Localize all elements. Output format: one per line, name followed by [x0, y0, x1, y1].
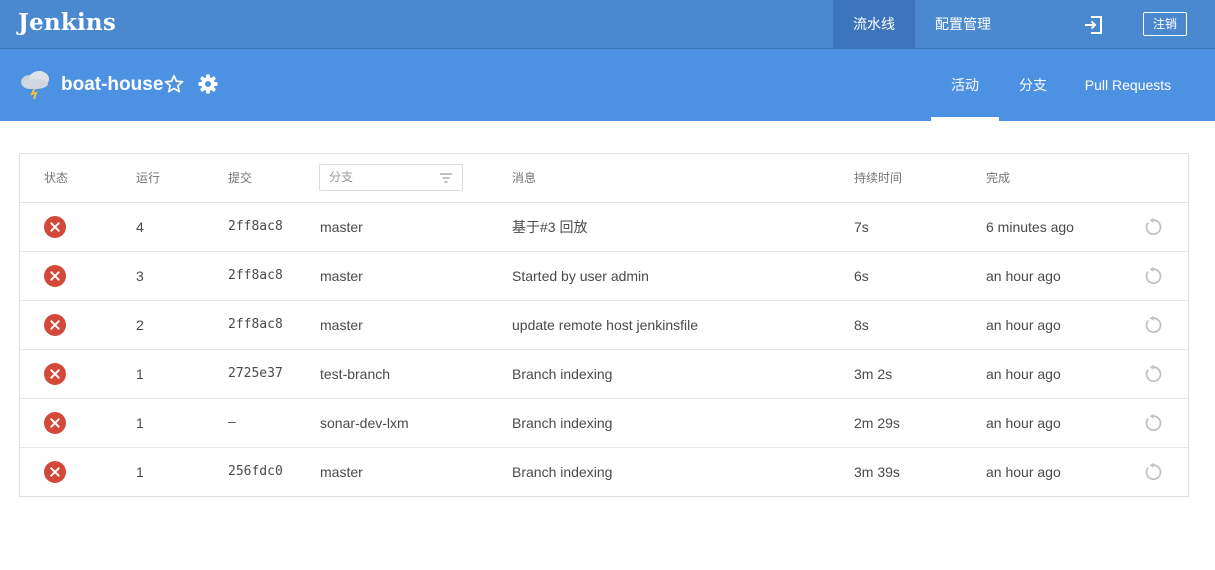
run-number-cell: 3 — [136, 268, 144, 284]
replay-icon[interactable] — [1143, 217, 1163, 237]
completed-cell: 6 minutes ago — [986, 219, 1074, 235]
failed-status-icon — [44, 314, 66, 336]
branch-filter-label: 分支 — [329, 170, 354, 184]
logout-button[interactable]: 注销 — [1143, 12, 1187, 36]
column-header-run: 运行 — [136, 171, 161, 185]
branch-cell[interactable]: master — [320, 252, 363, 300]
run-number-cell: 1 — [136, 366, 144, 382]
nav-config-management[interactable]: 配置管理 — [922, 0, 1004, 48]
completed-cell: an hour ago — [986, 317, 1061, 333]
logout-icon[interactable] — [1082, 14, 1104, 36]
table-row[interactable]: 1 2725e37 test-branch Branch indexing 3m 2s a… — [20, 350, 1188, 399]
run-number-cell: 1 — [136, 464, 144, 480]
branch-filter-input[interactable]: 分支 — [319, 164, 463, 191]
commit-cell[interactable]: 256fdc0 — [228, 448, 283, 496]
commit-cell[interactable]: 2ff8ac8 — [228, 252, 283, 300]
jenkins-logo[interactable]: Jenkins — [18, 9, 116, 36]
project-title[interactable]: boat-house — [61, 74, 163, 96]
tab-pull-requests[interactable]: Pull Requests — [1075, 49, 1181, 121]
duration-cell: 8s — [854, 317, 869, 333]
branch-cell[interactable]: test-branch — [320, 350, 390, 398]
replay-icon[interactable] — [1143, 364, 1163, 384]
table-row[interactable]: 1 – sonar-dev-lxm Branch indexing 2m 29s an h… — [20, 399, 1188, 448]
project-header: boat-house 活动 分支 Pull Requests — [0, 49, 1215, 121]
column-header-duration: 持续时间 — [854, 171, 903, 185]
top-bar: Jenkins 流水线 配置管理 注销 — [0, 0, 1215, 49]
duration-cell: 2m 29s — [854, 415, 900, 431]
commit-cell[interactable]: 2ff8ac8 — [228, 203, 283, 251]
run-number-cell: 1 — [136, 415, 144, 431]
table-row[interactable]: 2 2ff8ac8 master update remote host jenkins… — [20, 301, 1188, 350]
failed-status-icon — [44, 461, 66, 483]
column-header-status: 状态 — [44, 171, 69, 185]
replay-icon[interactable] — [1143, 413, 1163, 433]
failed-status-icon — [44, 216, 66, 238]
message-cell: Branch indexing — [512, 366, 613, 382]
replay-icon[interactable] — [1143, 462, 1163, 482]
column-header-message: 消息 — [512, 171, 537, 185]
branch-cell[interactable]: sonar-dev-lxm — [320, 399, 409, 447]
run-number-cell: 2 — [136, 317, 144, 333]
commit-cell[interactable]: – — [228, 399, 236, 447]
completed-cell: an hour ago — [986, 415, 1061, 431]
replay-icon[interactable] — [1143, 266, 1163, 286]
failed-status-icon — [44, 412, 66, 434]
filter-icon — [440, 173, 452, 183]
completed-cell: an hour ago — [986, 366, 1061, 382]
table-row[interactable]: 3 2ff8ac8 master Started by user admin 6s an … — [20, 252, 1188, 301]
gear-icon[interactable] — [197, 73, 219, 95]
activity-table: 状态 运行 提交 分支 消息 持续时间 完成 4 2ff8ac8 master 基于#… — [19, 153, 1189, 497]
table-header: 状态 运行 提交 分支 消息 持续时间 完成 — [20, 154, 1188, 203]
duration-cell: 3m 2s — [854, 366, 893, 382]
completed-cell: an hour ago — [986, 268, 1061, 284]
commit-cell[interactable]: 2ff8ac8 — [228, 301, 283, 349]
message-cell: Branch indexing — [512, 464, 613, 480]
tab-branches[interactable]: 分支 — [1003, 49, 1063, 121]
message-cell: Branch indexing — [512, 415, 613, 431]
duration-cell: 6s — [854, 268, 869, 284]
duration-cell: 3m 39s — [854, 464, 900, 480]
message-cell: Started by user admin — [512, 268, 649, 284]
nav-pipelines[interactable]: 流水线 — [833, 0, 915, 48]
commit-cell[interactable]: 2725e37 — [228, 350, 283, 398]
column-header-commit: 提交 — [228, 171, 253, 185]
table-row[interactable]: 4 2ff8ac8 master 基于#3 回放 7s 6 minutes ago — [20, 203, 1188, 252]
replay-icon[interactable] — [1143, 315, 1163, 335]
run-number-cell: 4 — [136, 219, 144, 235]
star-icon[interactable] — [163, 73, 185, 95]
failed-status-icon — [44, 363, 66, 385]
message-cell: 基于#3 回放 — [512, 219, 588, 235]
cloudy-weather-icon — [21, 71, 49, 99]
branch-cell[interactable]: master — [320, 301, 363, 349]
completed-cell: an hour ago — [986, 464, 1061, 480]
message-cell: update remote host jenkinsfile — [512, 317, 698, 333]
failed-status-icon — [44, 265, 66, 287]
column-header-completed: 完成 — [986, 171, 1011, 185]
tab-activity[interactable]: 活动 — [931, 49, 999, 121]
table-row[interactable]: 1 256fdc0 master Branch indexing 3m 39s an ho… — [20, 448, 1188, 497]
branch-cell[interactable]: master — [320, 203, 363, 251]
duration-cell: 7s — [854, 219, 869, 235]
branch-cell[interactable]: master — [320, 448, 363, 496]
